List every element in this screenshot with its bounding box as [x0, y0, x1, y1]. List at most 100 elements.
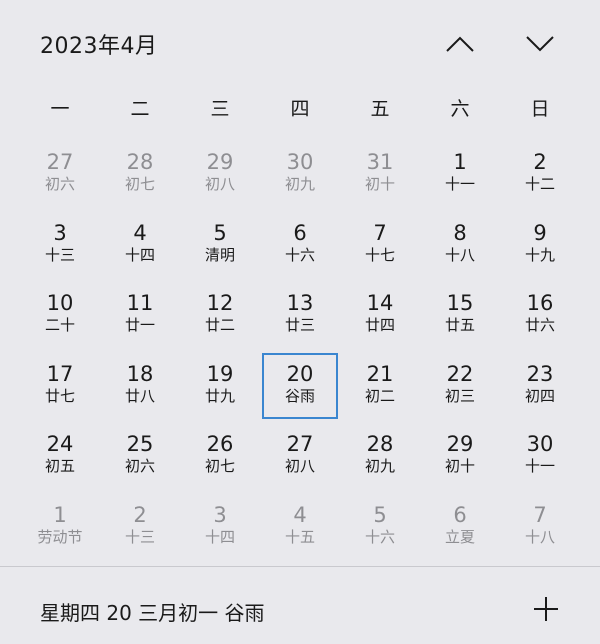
day-cell[interactable]: 31 初十: [340, 141, 420, 212]
day-cell[interactable]: 8 十八: [420, 212, 500, 283]
day-cell[interactable]: 12 廿二: [180, 282, 260, 353]
chevron-down-icon: [526, 36, 554, 52]
day-number: 14: [366, 291, 394, 315]
day-number: 9: [533, 220, 547, 245]
day-cell[interactable]: 29 初八: [180, 141, 260, 212]
day-cell[interactable]: 18 廿八: [100, 353, 180, 424]
day-cell[interactable]: 23 初四: [500, 353, 580, 424]
day-cell[interactable]: 15 廿五: [420, 282, 500, 353]
day-cell[interactable]: 21 初二: [340, 353, 420, 424]
day-number: 29: [446, 432, 474, 456]
lunar-date: 谷雨: [284, 386, 315, 405]
day-cell[interactable]: 19 廿九: [180, 353, 260, 424]
lunar-date: 廿九: [204, 386, 235, 405]
day-cell[interactable]: 25 初六: [100, 423, 180, 494]
day-number: 18: [126, 361, 154, 386]
lunar-date: 廿八: [124, 386, 155, 405]
day-cell[interactable]: 30 十一: [500, 423, 580, 494]
day-number: 5: [213, 220, 227, 245]
calendar-footer: 星期四 20 三月初一 谷雨: [0, 567, 600, 644]
lunar-date: 初九: [364, 457, 395, 475]
day-cell[interactable]: 4 十五: [260, 494, 340, 565]
weekday-label: 四: [290, 98, 310, 120]
day-cell[interactable]: 27 初六: [20, 141, 100, 212]
day-cell[interactable]: 17 廿七: [20, 353, 100, 424]
day-number: 1: [53, 502, 67, 527]
day-cell[interactable]: 5 十六: [340, 494, 420, 565]
day-cell[interactable]: 14 廿四: [340, 282, 420, 353]
day-cell[interactable]: 2 十三: [100, 494, 180, 565]
day-number: 2: [133, 502, 147, 527]
lunar-date: 初六: [44, 175, 75, 193]
day-number: 4: [293, 502, 307, 527]
day-cell[interactable]: 28 初七: [100, 141, 180, 212]
day-cell[interactable]: 11 廿一: [100, 282, 180, 353]
day-cell[interactable]: 16 廿六: [500, 282, 580, 353]
day-number: 3: [53, 220, 67, 245]
day-number: 20: [286, 361, 314, 386]
lunar-date: 初五: [44, 457, 75, 475]
day-cell[interactable]: 6 十六: [260, 212, 340, 283]
day-cell[interactable]: 6 立夏: [420, 494, 500, 565]
day-cell[interactable]: 3 十三: [20, 212, 100, 283]
lunar-date: 廿三: [284, 316, 315, 334]
lunar-date: 初六: [124, 457, 155, 475]
day-number: 28: [126, 150, 154, 174]
day-cell[interactable]: 28 初九: [340, 423, 420, 494]
lunar-date: 十八: [524, 527, 555, 546]
lunar-date: 十九: [524, 245, 555, 264]
day-cell[interactable]: 4 十四: [100, 212, 180, 283]
lunar-date: 十五: [284, 527, 315, 546]
day-cell[interactable]: 30 初九: [260, 141, 340, 212]
lunar-date: 十四: [124, 245, 155, 264]
day-number: 26: [206, 432, 234, 456]
lunar-date: 初七: [204, 457, 235, 475]
day-number: 30: [526, 432, 554, 456]
previous-month-button[interactable]: [438, 22, 482, 66]
lunar-date: 立夏: [444, 527, 475, 546]
selected-date-summary: 星期四 20 三月初一 谷雨: [40, 601, 265, 625]
day-number: 11: [126, 291, 154, 315]
day-cell[interactable]: 13 廿三: [260, 282, 340, 353]
weekday-label: 三: [210, 98, 230, 120]
day-cell[interactable]: 1 劳动节: [20, 494, 100, 565]
weekday-header-row: 一 二 三 四 五 六 日: [20, 94, 580, 124]
lunar-date: 十七: [364, 245, 395, 264]
lunar-date: 廿一: [124, 316, 155, 334]
lunar-date: 初八: [284, 457, 315, 475]
day-cell[interactable]: 29 初十: [420, 423, 500, 494]
lunar-date: 初八: [204, 175, 235, 193]
day-number: 23: [526, 361, 554, 386]
day-cell[interactable]: 2 十二: [500, 141, 580, 212]
day-cell[interactable]: 7 十七: [340, 212, 420, 283]
lunar-date: 十二: [524, 175, 555, 193]
day-cell[interactable]: 7 十八: [500, 494, 580, 565]
day-cell[interactable]: 1 十一: [420, 141, 500, 212]
lunar-date: 十一: [524, 457, 555, 475]
day-cell[interactable]: 24 初五: [20, 423, 100, 494]
lunar-date: 清明: [204, 245, 235, 264]
day-number: 4: [133, 220, 147, 245]
add-event-button[interactable]: [528, 591, 564, 627]
day-cell[interactable]: 10 二十: [20, 282, 100, 353]
day-cell[interactable]: 9 十九: [500, 212, 580, 283]
day-cell[interactable]: 26 初七: [180, 423, 260, 494]
day-cell[interactable]: 3 十四: [180, 494, 260, 565]
day-cell[interactable]: 5 清明: [180, 212, 260, 283]
weekday-label: 日: [530, 98, 550, 120]
lunar-date: 十六: [284, 245, 315, 264]
day-number: 17: [46, 361, 74, 386]
day-number: 12: [206, 291, 234, 315]
calendar-flyout: 2023年4月 一 二 三 四 五 六 日 27 初六 28 初七 29 初八 30 初九 31…: [0, 0, 600, 644]
next-month-button[interactable]: [518, 22, 562, 66]
day-cell[interactable]: 22 初三: [420, 353, 500, 424]
day-number: 6: [293, 220, 307, 245]
day-cell[interactable]: 27 初八: [260, 423, 340, 494]
lunar-date: 初七: [124, 175, 155, 193]
day-number: 19: [206, 361, 234, 386]
day-cell-selected[interactable]: 20 谷雨: [260, 352, 340, 424]
lunar-date: 十三: [44, 245, 75, 264]
chevron-up-icon: [446, 36, 474, 52]
day-number: 16: [526, 291, 554, 315]
month-title[interactable]: 2023年4月: [40, 28, 158, 60]
